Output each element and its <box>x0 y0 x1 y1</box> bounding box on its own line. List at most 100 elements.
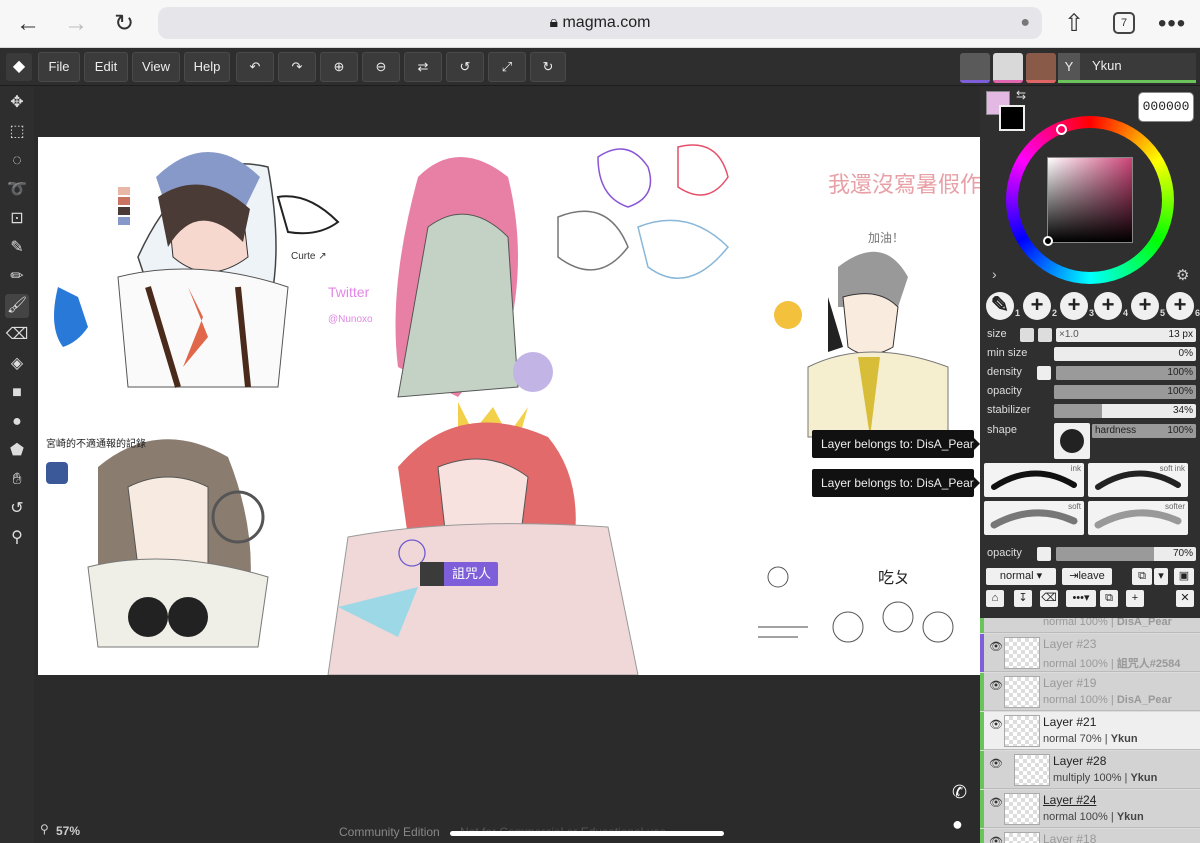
magma-logo-icon[interactable]: ◆ <box>6 53 32 81</box>
undo-icon[interactable]: ↶ <box>236 52 274 82</box>
density-slider[interactable]: 100% <box>1056 366 1196 380</box>
microphone-icon[interactable]: ● <box>1020 7 1030 39</box>
address-bar[interactable]: 🔒︎ magma.com ● <box>158 7 1042 39</box>
stabilizer-slider[interactable]: 34% <box>1054 404 1196 418</box>
hex-input[interactable]: 000000 <box>1138 92 1194 122</box>
circle-icon[interactable]: ● <box>5 410 29 434</box>
zoom-icon[interactable]: ⚲ <box>5 526 29 550</box>
color-handle[interactable] <box>1043 236 1053 246</box>
pencil-icon[interactable]: ✏ <box>5 265 29 289</box>
file-menu[interactable]: File <box>38 52 80 82</box>
layer-opacity-slider[interactable]: 70% <box>1056 547 1196 561</box>
current-user[interactable]: Y Ykun <box>1058 53 1196 83</box>
saturation-square[interactable] <box>1047 157 1133 243</box>
hand-icon[interactable]: ✋︎ <box>5 468 29 492</box>
edit-menu[interactable]: Edit <box>84 52 128 82</box>
rectangle-icon[interactable]: ■ <box>5 381 29 405</box>
flip-icon[interactable]: ⇄ <box>404 52 442 82</box>
tabs-button[interactable]: 7 <box>1113 12 1135 34</box>
brush-preset[interactable]: softer <box>1088 501 1188 535</box>
lasso-icon[interactable]: ➰ <box>5 178 29 202</box>
brush-preset[interactable]: soft <box>984 501 1084 535</box>
duplicate-icon[interactable]: ⧉ <box>1100 590 1118 607</box>
view-menu[interactable]: View <box>132 52 180 82</box>
brush-icon[interactable]: 🖌︎ <box>5 294 29 318</box>
eye-icon[interactable]: 👁︎ <box>989 835 1003 843</box>
avatar[interactable] <box>960 53 990 83</box>
expand-icon[interactable]: › <box>992 266 997 282</box>
brush-preset[interactable]: ink <box>984 463 1084 497</box>
image-icon[interactable]: ▣ <box>1174 568 1194 585</box>
brush-slot[interactable]: +4 <box>1094 292 1128 320</box>
eye-icon[interactable]: 👁︎ <box>989 640 1003 653</box>
lock-icon[interactable]: ⌂ <box>986 590 1004 607</box>
size-slider[interactable]: ×1.0 13 px <box>1056 328 1196 342</box>
rect-select-icon[interactable]: ⬚ <box>5 120 29 144</box>
min-size-slider[interactable]: 0% <box>1054 347 1196 361</box>
layer-item[interactable]: 👁︎ Layer #19 normal 100% | DisA_Pear <box>980 673 1200 711</box>
new-layer-icon[interactable]: + <box>1126 590 1144 607</box>
more-icon[interactable]: •••▾ <box>1066 590 1096 607</box>
rotate-left-icon[interactable]: ↺ <box>446 52 484 82</box>
copy-icon[interactable]: ⧉ <box>1132 568 1152 585</box>
color-wheel[interactable] <box>1006 116 1174 284</box>
forward-icon[interactable]: → <box>62 10 90 38</box>
zoom-in-icon[interactable]: ⊕ <box>320 52 358 82</box>
zoom-level[interactable]: 57% <box>56 824 80 838</box>
back-icon[interactable]: ← <box>14 10 42 38</box>
lock-opacity-checkbox[interactable] <box>1037 547 1051 561</box>
eye-icon[interactable]: 👁︎ <box>989 796 1003 809</box>
layer-item[interactable]: 👁︎ Layer #28 multiply 100% | Ykun <box>980 751 1200 789</box>
layer-item[interactable]: 👁︎ Layer #23 normal 100% | 詛咒人#2584 <box>980 634 1200 672</box>
brush-slot[interactable]: ✎ 1 <box>986 292 1020 320</box>
drawing-canvas[interactable]: Curte ↗ Twitter @Nunoxo 我還沒寫暑假作業！ 加油！ <box>38 137 980 675</box>
layer-item[interactable]: normal 100% | DisA_Pear <box>980 618 1200 633</box>
secondary-color-swatch[interactable] <box>999 105 1025 131</box>
brush-slot[interactable]: +3 <box>1060 292 1094 320</box>
hardness-slider[interactable]: hardness 100% <box>1092 424 1196 438</box>
brush-preset[interactable]: soft ink <box>1088 463 1188 497</box>
layer-item[interactable]: 👁︎ Layer #21 normal 70% | Ykun <box>980 712 1200 750</box>
chat-icon[interactable]: ● <box>952 814 963 835</box>
layer-item[interactable]: 👁︎ Layer #18 <box>980 829 1200 843</box>
zoom-icon[interactable]: ⚲ <box>40 822 49 836</box>
leave-button[interactable]: ⇥leave <box>1062 568 1112 585</box>
share-icon[interactable]: ⇧ <box>1060 10 1088 38</box>
reload-icon[interactable]: ↻ <box>110 10 138 38</box>
help-menu[interactable]: Help <box>184 52 230 82</box>
blend-mode-select[interactable]: normal ▾ <box>986 568 1056 585</box>
eye-icon[interactable]: 👁︎ <box>989 679 1003 692</box>
avatar[interactable] <box>993 53 1023 83</box>
eraser-icon[interactable]: ⌫ <box>1040 590 1058 607</box>
eyedropper-icon[interactable]: ✎ <box>5 236 29 260</box>
swap-colors-icon[interactable]: ⇆ <box>1016 88 1026 102</box>
chevron-down-icon[interactable]: ▾ <box>1154 568 1168 585</box>
ellipse-select-icon[interactable]: ◌ <box>5 149 29 173</box>
eye-icon[interactable]: 👁︎ <box>989 718 1003 731</box>
hue-handle[interactable] <box>1056 124 1067 135</box>
redo-icon[interactable]: ↷ <box>278 52 316 82</box>
avatar[interactable] <box>1026 53 1056 83</box>
fullscreen-icon[interactable]: ⤢ <box>488 52 526 82</box>
layer-item[interactable]: 👁︎ Layer #24 normal 100% | Ykun <box>980 790 1200 828</box>
brush-shape-preview[interactable] <box>1054 423 1090 459</box>
rotate-view-icon[interactable]: ↺ <box>5 497 29 521</box>
brush-slot[interactable]: +5 <box>1131 292 1165 320</box>
more-icon[interactable]: ••• <box>1158 10 1186 38</box>
brush-slot[interactable]: +2 <box>1023 292 1057 320</box>
size-lock-icon[interactable] <box>1038 328 1052 342</box>
rotate-right-icon[interactable]: ↻ <box>530 52 566 82</box>
brush-slot[interactable]: +6 <box>1166 292 1200 320</box>
density-pressure-checkbox[interactable] <box>1037 366 1051 380</box>
phone-icon[interactable]: ✆ <box>952 782 967 803</box>
shape-icon[interactable]: ⬟ <box>5 439 29 463</box>
move-icon[interactable]: ✥ <box>5 91 29 115</box>
clip-icon[interactable]: ↧ <box>1014 590 1032 607</box>
gear-icon[interactable]: ⚙ <box>1176 266 1189 284</box>
zoom-out-icon[interactable]: ⊖ <box>362 52 400 82</box>
pressure-size-icon[interactable] <box>1020 328 1034 342</box>
fill-icon[interactable]: ◈ <box>5 352 29 376</box>
transform-icon[interactable]: ⊡ <box>5 207 29 231</box>
eye-icon[interactable]: 👁︎ <box>989 757 1003 770</box>
trash-icon[interactable]: ✕ <box>1176 590 1194 607</box>
